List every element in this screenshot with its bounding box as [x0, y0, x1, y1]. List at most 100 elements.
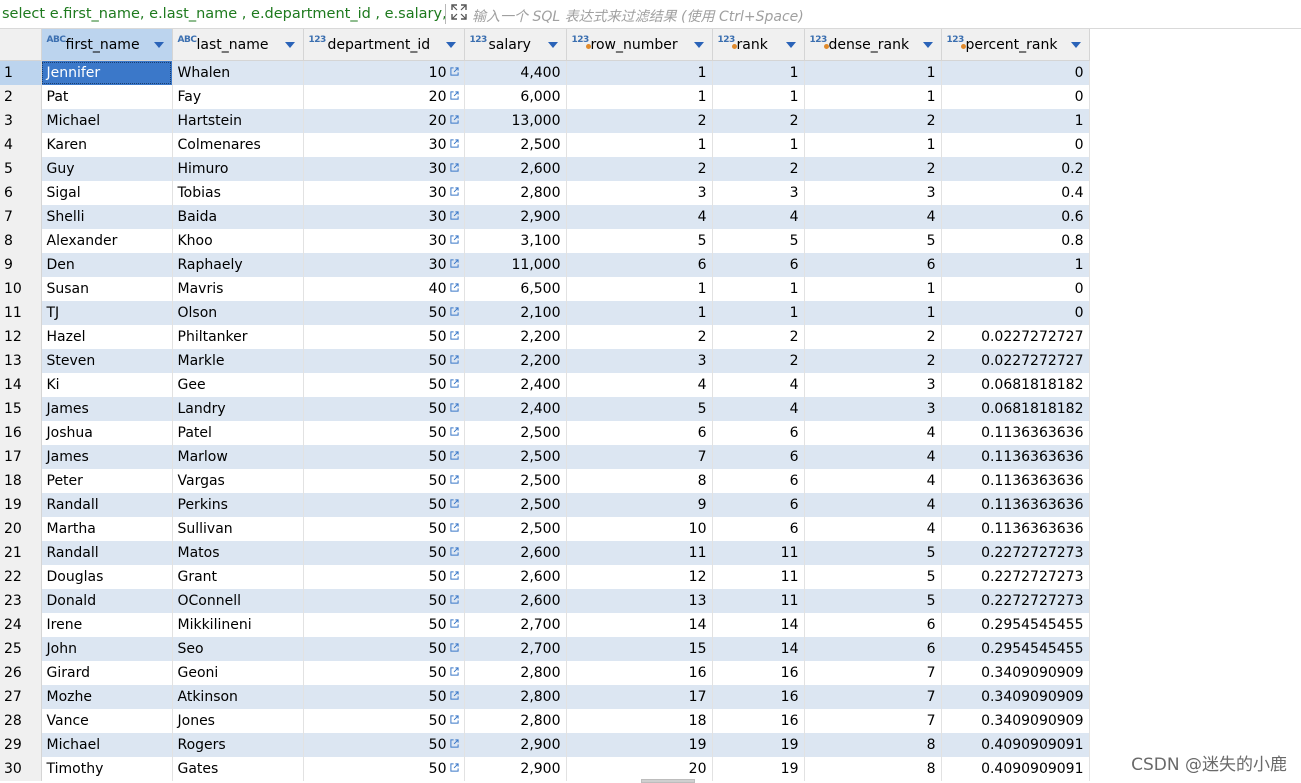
cell-salary[interactable]: 4,400 — [464, 60, 567, 85]
cell-percent-rank[interactable]: 0.4090909091 — [941, 756, 1090, 781]
table-row[interactable]: 23 Donald OConnell 50 2,600 13 11 5 0.2272727273 — [0, 588, 1090, 613]
cell-last-name[interactable]: Geoni — [172, 660, 304, 685]
cell-last-name[interactable]: Marlow — [172, 444, 304, 469]
cell-row-number[interactable]: 6 — [566, 420, 713, 445]
cell-first-name[interactable]: Shelli — [41, 204, 173, 229]
cell-rank[interactable]: 2 — [712, 324, 805, 349]
cell-dense-rank[interactable]: 6 — [804, 252, 942, 277]
cell-department-id[interactable]: 50 — [303, 420, 465, 445]
foreign-key-link-icon[interactable] — [449, 184, 459, 196]
cell-percent-rank[interactable]: 0.1136363636 — [941, 420, 1090, 445]
cell-row-number[interactable]: 20 — [566, 756, 713, 781]
table-row[interactable]: 11 TJ Olson 50 2,100 1 1 1 0 — [0, 300, 1090, 325]
cell-salary[interactable]: 6,500 — [464, 276, 567, 301]
cell-row-number[interactable]: 1 — [566, 132, 713, 157]
cell-last-name[interactable]: Raphaely — [172, 252, 304, 277]
cell-row-number[interactable]: 2 — [566, 156, 713, 181]
cell-percent-rank[interactable]: 0.2954545455 — [941, 612, 1090, 637]
cell-percent-rank[interactable]: 0 — [941, 300, 1090, 325]
cell-percent-rank[interactable]: 0.1136363636 — [941, 492, 1090, 517]
cell-salary[interactable]: 2,600 — [464, 564, 567, 589]
cell-rank[interactable]: 4 — [712, 396, 805, 421]
cell-row-number[interactable]: 1 — [566, 300, 713, 325]
cell-department-id[interactable]: 50 — [303, 468, 465, 493]
cell-rank[interactable]: 6 — [712, 420, 805, 445]
cell-dense-rank[interactable]: 4 — [804, 516, 942, 541]
foreign-key-link-icon[interactable] — [449, 328, 459, 340]
foreign-key-link-icon[interactable] — [449, 664, 459, 676]
cell-last-name[interactable]: Atkinson — [172, 684, 304, 709]
cell-department-id[interactable]: 50 — [303, 516, 465, 541]
cell-percent-rank[interactable]: 0.1136363636 — [941, 444, 1090, 469]
cell-dense-rank[interactable]: 2 — [804, 108, 942, 133]
cell-department-id[interactable]: 50 — [303, 492, 465, 517]
cell-percent-rank[interactable]: 1 — [941, 252, 1090, 277]
foreign-key-link-icon[interactable] — [449, 616, 459, 628]
cell-dense-rank[interactable]: 3 — [804, 372, 942, 397]
column-menu-chevron-down-icon[interactable] — [1070, 42, 1081, 48]
cell-rank[interactable]: 11 — [712, 564, 805, 589]
table-row[interactable]: 19 Randall Perkins 50 2,500 9 6 4 0.1136363636 — [0, 492, 1090, 517]
foreign-key-link-icon[interactable] — [449, 376, 459, 388]
table-row[interactable]: 21 Randall Matos 50 2,600 11 11 5 0.2272727273 — [0, 540, 1090, 565]
cell-percent-rank[interactable]: 0.1136363636 — [941, 468, 1090, 493]
cell-department-id[interactable]: 30 — [303, 228, 465, 253]
cell-percent-rank[interactable]: 0 — [941, 132, 1090, 157]
cell-percent-rank[interactable]: 0.4 — [941, 180, 1090, 205]
table-row[interactable]: 3 Michael Hartstein 20 13,000 2 2 2 1 — [0, 108, 1090, 133]
foreign-key-link-icon[interactable] — [449, 88, 459, 100]
cell-row-number[interactable]: 5 — [566, 396, 713, 421]
cell-department-id[interactable]: 30 — [303, 180, 465, 205]
foreign-key-link-icon[interactable] — [449, 400, 459, 412]
table-row[interactable]: 7 Shelli Baida 30 2,900 4 4 4 0.6 — [0, 204, 1090, 229]
cell-salary[interactable]: 2,200 — [464, 348, 567, 373]
cell-row-number[interactable]: 13 — [566, 588, 713, 613]
cell-dense-rank[interactable]: 4 — [804, 468, 942, 493]
cell-row-number[interactable]: 3 — [566, 180, 713, 205]
cell-rank[interactable]: 2 — [712, 156, 805, 181]
cell-rank[interactable]: 3 — [712, 180, 805, 205]
cell-last-name[interactable]: Whalen — [172, 60, 304, 85]
cell-dense-rank[interactable]: 1 — [804, 300, 942, 325]
cell-first-name[interactable]: Randall — [41, 540, 173, 565]
cell-last-name[interactable]: Colmenares — [172, 132, 304, 157]
cell-dense-rank[interactable]: 6 — [804, 612, 942, 637]
cell-percent-rank[interactable]: 0.2272727273 — [941, 588, 1090, 613]
cell-row-number[interactable]: 9 — [566, 492, 713, 517]
cell-dense-rank[interactable]: 4 — [804, 492, 942, 517]
cell-dense-rank[interactable]: 1 — [804, 132, 942, 157]
cell-salary[interactable]: 3,100 — [464, 228, 567, 253]
cell-last-name[interactable]: Olson — [172, 300, 304, 325]
cell-last-name[interactable]: OConnell — [172, 588, 304, 613]
table-row[interactable]: 13 Steven Markle 50 2,200 3 2 2 0.0227272727 — [0, 348, 1090, 373]
foreign-key-link-icon[interactable] — [449, 712, 459, 724]
cell-rank[interactable]: 11 — [712, 540, 805, 565]
cell-rank[interactable]: 16 — [712, 708, 805, 733]
cell-dense-rank[interactable]: 4 — [804, 420, 942, 445]
cell-first-name[interactable]: Donald — [41, 588, 173, 613]
cell-dense-rank[interactable]: 3 — [804, 180, 942, 205]
cell-salary[interactable]: 2,500 — [464, 420, 567, 445]
cell-department-id[interactable]: 50 — [303, 348, 465, 373]
cell-row-number[interactable]: 11 — [566, 540, 713, 565]
cell-last-name[interactable]: Matos — [172, 540, 304, 565]
cell-first-name[interactable]: Vance — [41, 708, 173, 733]
table-row[interactable]: 1 Jennifer Whalen 10 4,400 1 1 1 0 — [0, 60, 1090, 85]
cell-first-name[interactable]: Randall — [41, 492, 173, 517]
cell-first-name[interactable]: Douglas — [41, 564, 173, 589]
cell-rank[interactable]: 1 — [712, 300, 805, 325]
cell-percent-rank[interactable]: 0.8 — [941, 228, 1090, 253]
cell-first-name[interactable]: John — [41, 636, 173, 661]
foreign-key-link-icon[interactable] — [449, 232, 459, 244]
cell-row-number[interactable]: 2 — [566, 324, 713, 349]
cell-percent-rank[interactable]: 0.2272727273 — [941, 564, 1090, 589]
cell-row-number[interactable]: 19 — [566, 732, 713, 757]
cell-department-id[interactable]: 50 — [303, 444, 465, 469]
cell-salary[interactable]: 2,600 — [464, 588, 567, 613]
cell-rank[interactable]: 11 — [712, 588, 805, 613]
cell-first-name[interactable]: James — [41, 396, 173, 421]
table-row[interactable]: 5 Guy Himuro 30 2,600 2 2 2 0.2 — [0, 156, 1090, 181]
cell-percent-rank[interactable]: 0 — [941, 84, 1090, 109]
cell-salary[interactable]: 2,900 — [464, 204, 567, 229]
column-menu-chevron-down-icon[interactable] — [693, 42, 704, 48]
